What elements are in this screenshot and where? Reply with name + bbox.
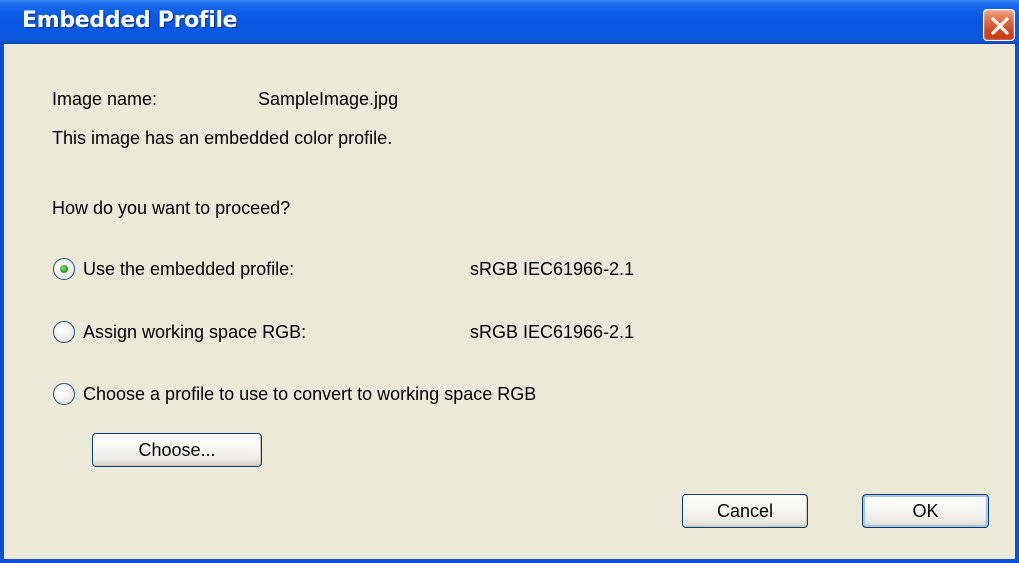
choose-button[interactable]: Choose... [92, 433, 262, 467]
use-embedded-profile-label: Use the embedded profile: [83, 259, 295, 279]
image-name-label: Image name: [52, 89, 158, 109]
assign-working-space-radio[interactable] [53, 321, 75, 343]
ok-button[interactable]: OK [862, 494, 989, 528]
cancel-button[interactable]: Cancel [682, 494, 808, 528]
embedded-profile-dialog: Embedded Profile Image name: SampleImage… [0, 0, 1019, 563]
image-name-value: SampleImage.jpg [258, 89, 399, 109]
convert-profile-radio[interactable] [53, 383, 75, 405]
convert-profile-option[interactable]: Choose a profile to use to convert to wo… [53, 382, 673, 406]
convert-profile-label: Choose a profile to use to convert to wo… [83, 384, 537, 404]
assign-working-space-label: Assign working space RGB: [83, 322, 307, 342]
dialog-body: Image name: SampleImage.jpg This image h… [4, 44, 1015, 559]
radio-selected-dot [60, 265, 68, 273]
use-embedded-profile-radio[interactable] [53, 258, 75, 280]
close-button[interactable] [983, 9, 1015, 41]
use-embedded-profile-option[interactable]: Use the embedded profile: [53, 257, 423, 281]
embedded-profile-message: This image has an embedded color profile… [52, 128, 393, 148]
proceed-question: How do you want to proceed? [52, 198, 291, 218]
embedded-profile-name: sRGB IEC61966-2.1 [470, 259, 635, 279]
assign-working-space-option[interactable]: Assign working space RGB: [53, 320, 423, 344]
working-space-profile-name: sRGB IEC61966-2.1 [470, 322, 635, 342]
close-icon [991, 17, 1009, 35]
title-bar[interactable]: Embedded Profile [0, 0, 1019, 44]
window-bottom-frame [0, 559, 1019, 563]
dialog-title: Embedded Profile [22, 8, 238, 33]
